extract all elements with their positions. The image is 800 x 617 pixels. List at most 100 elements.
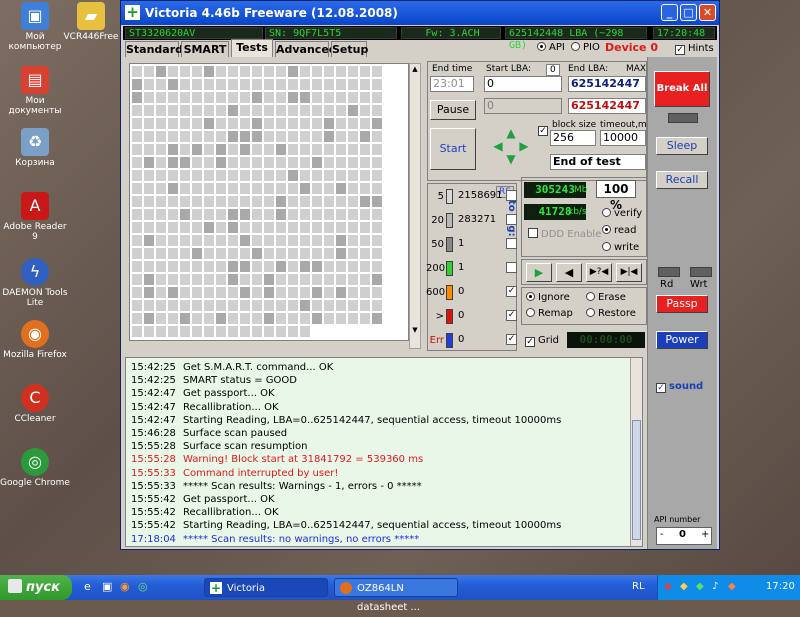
wrt-indicator — [690, 267, 712, 277]
grid-scrollbar[interactable]: ▲ ▼ — [409, 63, 421, 349]
desktop-icon-label: Мой компьютер — [8, 32, 62, 52]
scan-block — [156, 248, 167, 260]
quicklaunch-ie-icon[interactable]: e — [84, 580, 98, 594]
log-scroll-thumb[interactable] — [632, 420, 641, 540]
rewind-button[interactable]: ◀ — [556, 263, 582, 282]
latency-row: 200 1 — [426, 259, 546, 281]
erase-radio[interactable]: Erase — [586, 292, 626, 303]
sound-checkbox[interactable]: ✓ sound — [656, 381, 703, 393]
break-all-button[interactable]: Break All — [654, 71, 710, 107]
taskbar-button-victoria[interactable]: + Victoria — [204, 578, 328, 597]
scroll-up-icon[interactable]: ▲ — [411, 65, 419, 73]
quicklaunch-chrome-icon[interactable]: ◎ — [138, 580, 152, 594]
start-button[interactable]: пуск — [0, 575, 72, 600]
verify-radio[interactable]: verify — [602, 208, 642, 219]
skip-button[interactable]: ▶?◀ — [586, 263, 612, 282]
desktop-icon-chrome[interactable]: ◎ Google Chrome — [0, 448, 70, 488]
desktop-icon-daemon-tools[interactable]: ϟ DAEMON Tools Lite — [0, 258, 70, 308]
direction-checkbox[interactable]: ✓ — [538, 126, 548, 136]
desktop-icon-label: VCR446Free — [63, 32, 119, 42]
scan-block — [240, 105, 251, 117]
log-text: Recallibration... OK — [183, 401, 279, 413]
direction-pad[interactable]: ▲ ◀ ▶ ▼ — [488, 126, 534, 172]
end-time-input[interactable]: 23:01 — [430, 76, 474, 92]
tray-icon[interactable]: ◆ — [680, 581, 688, 592]
scroll-down-icon[interactable]: ▼ — [411, 326, 419, 334]
quicklaunch-desktop-icon[interactable]: ▣ — [102, 580, 116, 594]
end-lba-input[interactable]: 625142447 — [568, 76, 646, 92]
title-bar[interactable]: + Victoria 4.46b Freeware (12.08.2008) _… — [121, 1, 719, 25]
start-lba-input[interactable]: 0 — [484, 76, 562, 92]
desktop-icon-my-documents[interactable]: ▤ Мои документы — [0, 66, 70, 116]
scan-block — [216, 261, 227, 273]
tab-smart[interactable]: SMART — [181, 41, 229, 57]
pause-button[interactable]: Pause — [430, 100, 476, 120]
api-number-spinner[interactable]: - 0 + — [656, 527, 712, 545]
scan-block — [228, 261, 239, 273]
desktop-icon-firefox[interactable]: ◉ Mozilla Firefox — [0, 320, 70, 360]
scan-block — [168, 92, 179, 104]
tab-standard[interactable]: Standard — [125, 41, 183, 57]
scan-block — [312, 196, 323, 208]
read-radio[interactable]: read — [602, 225, 637, 236]
scan-block — [324, 118, 335, 130]
to-end-button[interactable]: ▶|◀ — [616, 263, 642, 282]
latency-log-checkbox[interactable] — [506, 190, 517, 201]
latency-log-checkbox[interactable] — [506, 262, 517, 273]
scan-block — [132, 261, 143, 273]
recall-button[interactable]: Recall — [656, 171, 708, 189]
latency-label: Err — [429, 335, 444, 346]
latency-log-checkbox[interactable]: ✓ — [506, 286, 517, 297]
taskbar-button-datasheet[interactable]: OZ864LN datasheet ... — [334, 578, 458, 613]
end-action-select[interactable]: End of test — [550, 154, 646, 170]
desktop-icon-adobe-reader[interactable]: A Adobe Reader 9 — [0, 192, 70, 242]
scan-block — [144, 222, 155, 234]
hints-checkbox[interactable]: ✓ Hints — [675, 43, 714, 55]
pio-radio[interactable]: PIO — [571, 42, 600, 53]
quicklaunch-firefox-icon[interactable]: ◉ — [120, 580, 134, 594]
tray-icon[interactable]: ◆ — [696, 581, 704, 592]
desktop-icon-recycle-bin[interactable]: ♻ Корзина — [0, 128, 70, 168]
tab-tests[interactable]: Tests — [231, 39, 273, 57]
scan-block — [288, 248, 299, 260]
restore-radio[interactable]: Restore — [586, 308, 636, 319]
api-plus-button[interactable]: + — [701, 529, 709, 540]
passp-button[interactable]: Passp — [656, 295, 708, 313]
api-number-value[interactable]: 0 — [679, 529, 686, 540]
latency-log-checkbox[interactable]: ✓ — [506, 310, 517, 321]
tray-icon[interactable]: ◆ — [664, 581, 672, 592]
minimize-button[interactable]: _ — [661, 4, 678, 21]
latency-log-checkbox[interactable] — [506, 238, 517, 249]
tray-volume-icon[interactable]: ♪ — [712, 581, 718, 592]
tray-icon[interactable]: ◆ — [728, 581, 736, 592]
drive-firmware: Fw: 3.ACH — [401, 27, 501, 39]
latency-log-checkbox[interactable] — [506, 214, 517, 225]
scan-block — [288, 144, 299, 156]
latency-count: 283271 — [458, 214, 497, 225]
language-indicator[interactable]: RL — [632, 581, 645, 592]
rd-indicator — [658, 267, 680, 277]
desktop-icon-ccleaner[interactable]: C CCleaner — [0, 384, 70, 424]
latency-log-checkbox[interactable]: ✓ — [506, 334, 517, 345]
tab-advanced[interactable]: Advanced — [275, 41, 337, 57]
tab-setup[interactable]: Setup — [331, 41, 368, 57]
maximize-button[interactable]: □ — [680, 4, 697, 21]
write-radio[interactable]: write — [602, 242, 639, 253]
scan-block — [252, 326, 263, 338]
timeout-select[interactable]: 10000 — [600, 130, 646, 146]
api-radio[interactable]: API — [537, 42, 565, 53]
scan-block — [132, 131, 143, 143]
close-button[interactable]: ✕ — [699, 4, 716, 21]
sleep-button[interactable]: Sleep — [656, 137, 708, 155]
power-button[interactable]: Power — [656, 331, 708, 349]
arrow-down-icon[interactable]: ▼ — [501, 152, 521, 172]
scan-block — [156, 105, 167, 117]
api-minus-button[interactable]: - — [660, 529, 664, 540]
start-lba-zero-button[interactable]: 0 — [546, 64, 560, 76]
desktop-icon-vcr[interactable]: ▰ VCR446Free — [56, 2, 126, 42]
end-lba-max-button[interactable]: MAX — [626, 64, 646, 74]
start-button[interactable]: Start — [430, 128, 476, 170]
log-text: Warning! Block start at 31841792 = 53936… — [183, 454, 424, 466]
block-size-select[interactable]: 256 — [550, 130, 596, 146]
log-scrollbar[interactable] — [630, 358, 642, 546]
